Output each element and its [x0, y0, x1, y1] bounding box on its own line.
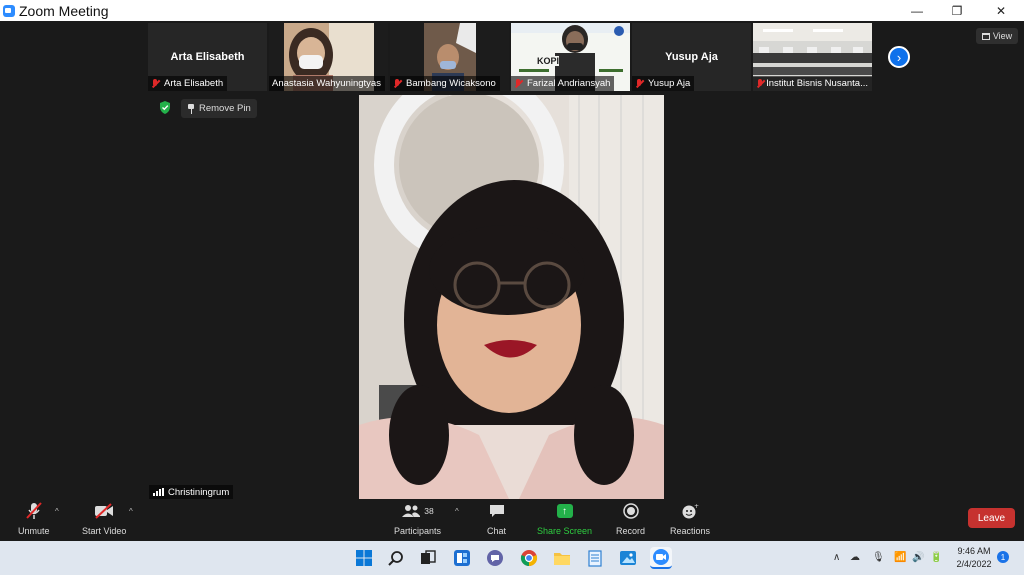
notepad-icon[interactable] [584, 547, 606, 569]
mic-muted-icon [514, 78, 523, 89]
mic-muted-icon [635, 78, 644, 89]
record-icon [622, 501, 639, 521]
leave-button[interactable]: Leave [968, 508, 1015, 528]
tray-overflow-chevron-icon[interactable]: ∧ [833, 552, 840, 563]
remove-pin-button[interactable]: Remove Pin [181, 99, 257, 118]
gallery-strip: Arta Elisabeth Arta Elisabeth Anastasia … [148, 23, 872, 91]
chrome-icon[interactable] [518, 547, 540, 569]
participant-tile[interactable]: Institut Bisnis Nusanta... [753, 23, 872, 91]
pin-icon [187, 103, 195, 114]
signal-bars-icon [153, 488, 164, 496]
video-off-icon [94, 501, 114, 521]
volume-icon[interactable]: 🔊 [912, 552, 924, 563]
chat-icon [489, 501, 505, 521]
view-button[interactable]: View [976, 28, 1018, 44]
onedrive-cloud-icon[interactable]: ☁ [850, 552, 860, 563]
zoom-app-icon [3, 4, 15, 17]
mic-muted-icon [393, 78, 402, 89]
participant-tile[interactable]: KOPI Farizal Andriansyah [511, 23, 630, 91]
start-video-button[interactable]: Start Video [82, 501, 126, 536]
participant-label: Farizal Andriansyah [511, 76, 615, 91]
unmute-button[interactable]: Unmute [18, 501, 50, 536]
minimize-button[interactable]: — [895, 0, 939, 21]
window-title: Zoom Meeting [19, 2, 109, 19]
speaker-name-label: Christiningrum [149, 485, 234, 499]
file-explorer-icon[interactable] [551, 547, 573, 569]
audio-options-caret[interactable]: ^ [55, 507, 59, 516]
participant-name-large: Yusup Aja [665, 51, 718, 63]
notification-badge[interactable]: 1 [997, 551, 1009, 563]
participant-label: Anastasia Wahyuningtyas [269, 76, 385, 91]
search-icon[interactable] [385, 547, 407, 569]
teams-chat-icon[interactable] [484, 547, 506, 569]
task-view-icon[interactable] [417, 547, 439, 569]
system-clock[interactable]: 9:46 AM 2/4/2022 [951, 545, 997, 571]
restore-button[interactable]: ❐ [935, 0, 979, 21]
mic-muted-icon [756, 78, 763, 89]
reactions-button[interactable]: + Reactions [670, 501, 710, 536]
meeting-toolbar: Unmute ^ Start Video ^ 38 Participants ^… [0, 499, 1024, 541]
participant-label: Arta Elisabeth [148, 76, 228, 91]
participant-label: Bambang Wicaksono [390, 76, 500, 91]
windows-taskbar: ∧ ☁ 🎙 📶 🔊 🔋 9:46 AM 2/4/2022 1 [0, 541, 1024, 575]
participant-label: Institut Bisnis Nusanta... [753, 76, 872, 91]
video-options-caret[interactable]: ^ [129, 507, 133, 516]
participant-tile[interactable]: Yusup Aja Yusup Aja [632, 23, 751, 91]
participants-count: 38 [424, 506, 434, 516]
share-screen-icon: ↑ [556, 504, 573, 518]
record-button[interactable]: Record [616, 501, 645, 536]
participant-name-large: Arta Elisabeth [170, 51, 245, 63]
view-grid-icon [981, 32, 990, 40]
slide-text: KOPI [537, 56, 560, 66]
chat-button[interactable]: Chat [487, 501, 506, 536]
windows-start-icon[interactable] [353, 547, 375, 569]
participant-label: Yusup Aja [632, 76, 695, 91]
share-screen-button[interactable]: ↑ Share Screen [537, 501, 592, 536]
next-page-chevron-icon[interactable]: › [888, 46, 910, 68]
mic-muted-icon [151, 78, 160, 89]
zoom-icon[interactable] [650, 547, 672, 569]
participant-tile[interactable]: Bambang Wicaksono [390, 23, 509, 91]
participants-options-caret[interactable]: ^ [455, 507, 459, 516]
microphone-icon[interactable]: 🎙 [872, 552, 885, 563]
reactions-icon: + [681, 501, 699, 521]
close-button[interactable]: ✕ [979, 0, 1023, 21]
wifi-icon[interactable]: 📶 [894, 552, 906, 563]
participants-icon: 38 [401, 501, 434, 521]
speaker-video [359, 95, 664, 499]
svg-text:+: + [694, 503, 699, 510]
participants-button[interactable]: 38 Participants [394, 501, 441, 536]
pinned-video [359, 95, 664, 499]
widgets-icon[interactable] [451, 547, 473, 569]
security-shield-icon[interactable] [159, 101, 171, 114]
photos-icon[interactable] [617, 547, 639, 569]
battery-icon[interactable]: 🔋 [930, 552, 942, 563]
mic-muted-icon [26, 501, 42, 521]
window-title-bar: Zoom Meeting — ❐ ✕ [0, 0, 1024, 21]
participant-tile[interactable]: Anastasia Wahyuningtyas [269, 23, 388, 91]
participant-tile[interactable]: Arta Elisabeth Arta Elisabeth [148, 23, 267, 91]
